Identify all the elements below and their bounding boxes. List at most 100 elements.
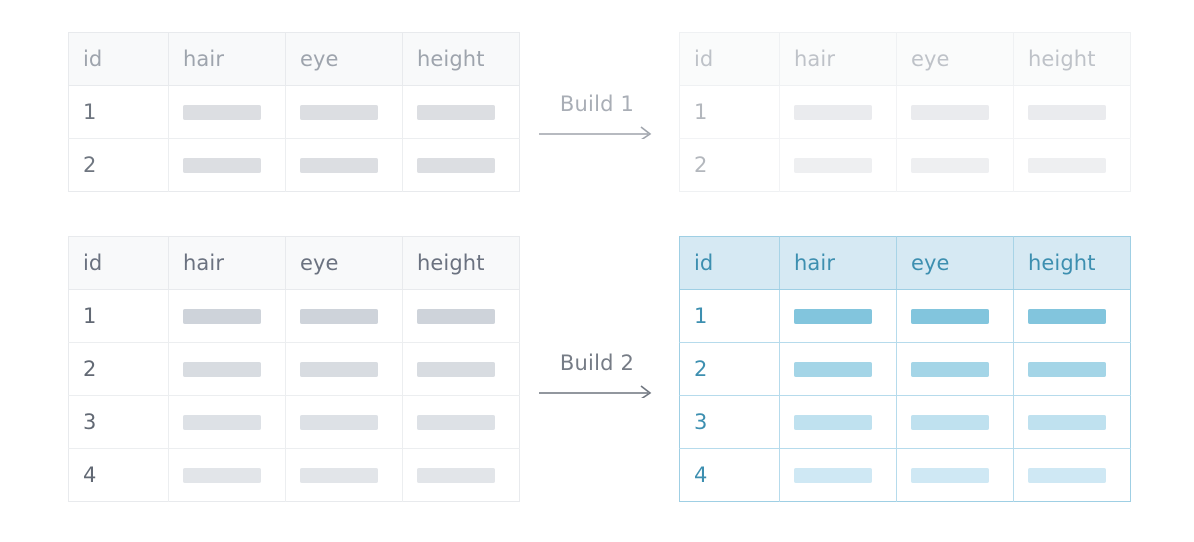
cell-hair xyxy=(168,138,286,192)
value-bar-height xyxy=(1028,361,1106,377)
cell-eye xyxy=(285,138,403,192)
value-bar-hair xyxy=(794,414,872,430)
cell-eye xyxy=(896,395,1014,449)
cell-id: 2 xyxy=(679,138,780,192)
value-bar-eye xyxy=(911,104,989,120)
cell-id: 2 xyxy=(68,342,169,396)
column-header-hair: hair xyxy=(168,236,286,290)
value-bar-height xyxy=(417,104,495,120)
row-id-value: 1 xyxy=(83,100,97,124)
cell-height xyxy=(1013,448,1131,502)
cell-height xyxy=(1013,342,1131,396)
row-id-value: 2 xyxy=(694,153,708,177)
value-bar-hair xyxy=(183,361,261,377)
value-bar-height xyxy=(417,467,495,483)
value-bar-hair xyxy=(183,157,261,173)
column-header-id: id xyxy=(679,236,780,290)
cell-eye xyxy=(896,138,1014,192)
cell-eye xyxy=(896,289,1014,343)
row-id-value: 2 xyxy=(83,153,97,177)
column-header-eye: eye xyxy=(896,236,1014,290)
cell-hair xyxy=(779,395,897,449)
row-id-value: 4 xyxy=(83,463,97,487)
value-bar-eye xyxy=(300,414,378,430)
value-bar-eye xyxy=(911,308,989,324)
table-header-row: id hair eye height xyxy=(679,236,1131,290)
cell-eye xyxy=(285,395,403,449)
cell-eye xyxy=(285,289,403,343)
value-bar-height xyxy=(417,414,495,430)
value-bar-eye xyxy=(911,467,989,483)
cell-hair xyxy=(168,85,286,139)
cell-eye xyxy=(285,342,403,396)
cell-height xyxy=(402,85,520,139)
row-id-value: 4 xyxy=(694,463,708,487)
table-header-row: id hair eye height xyxy=(68,32,520,86)
table-header-row: id hair eye height xyxy=(679,32,1131,86)
build-1-step: Build 1 xyxy=(522,92,672,139)
cell-hair xyxy=(168,448,286,502)
value-bar-hair xyxy=(794,467,872,483)
value-bar-eye xyxy=(300,308,378,324)
table-row: 4 xyxy=(68,448,520,502)
cell-id: 3 xyxy=(679,395,780,449)
column-header-hair: hair xyxy=(168,32,286,86)
arrow-right-icon xyxy=(539,385,652,398)
built-table-1: id hair eye height 1 2 xyxy=(679,32,1131,192)
table-row: 2 xyxy=(68,342,520,396)
value-bar-hair xyxy=(183,467,261,483)
cell-id: 2 xyxy=(68,138,169,192)
row-id-value: 3 xyxy=(83,410,97,434)
cell-hair xyxy=(779,85,897,139)
value-bar-eye xyxy=(300,467,378,483)
row-id-value: 1 xyxy=(694,304,708,328)
column-header-eye: eye xyxy=(285,32,403,86)
value-bar-eye xyxy=(911,361,989,377)
value-bar-eye xyxy=(911,157,989,173)
value-bar-hair xyxy=(183,308,261,324)
column-header-hair: hair xyxy=(779,32,897,86)
table-row: 2 xyxy=(679,138,1131,192)
cell-eye xyxy=(896,342,1014,396)
row-id-value: 2 xyxy=(694,357,708,381)
column-header-height: height xyxy=(402,236,520,290)
row-id-value: 1 xyxy=(83,304,97,328)
cell-id: 4 xyxy=(679,448,780,502)
column-header-eye: eye xyxy=(285,236,403,290)
column-header-id: id xyxy=(679,32,780,86)
value-bar-height xyxy=(1028,157,1106,173)
cell-id: 1 xyxy=(68,289,169,343)
value-bar-height xyxy=(417,308,495,324)
cell-height xyxy=(1013,85,1131,139)
value-bar-hair xyxy=(794,361,872,377)
value-bar-eye xyxy=(911,414,989,430)
cell-height xyxy=(402,289,520,343)
value-bar-height xyxy=(1028,414,1106,430)
value-bar-eye xyxy=(300,104,378,120)
diagram-canvas: id hair eye height 1 2 Build 1 id hair e… xyxy=(0,0,1194,542)
column-header-height: height xyxy=(402,32,520,86)
column-header-id: id xyxy=(68,236,169,290)
cell-id: 1 xyxy=(679,85,780,139)
cell-height xyxy=(402,395,520,449)
row-id-value: 2 xyxy=(83,357,97,381)
table-row: 3 xyxy=(68,395,520,449)
cell-eye xyxy=(285,448,403,502)
source-table-1: id hair eye height 1 2 xyxy=(68,32,520,192)
cell-id: 1 xyxy=(679,289,780,343)
column-header-id: id xyxy=(68,32,169,86)
table-row: 1 xyxy=(679,85,1131,139)
cell-id: 2 xyxy=(679,342,780,396)
cell-height xyxy=(1013,395,1131,449)
table-row: 3 xyxy=(679,395,1131,449)
cell-hair xyxy=(779,138,897,192)
arrow-right-icon xyxy=(539,126,652,139)
cell-id: 3 xyxy=(68,395,169,449)
build-1-label: Build 1 xyxy=(559,92,635,116)
value-bar-height xyxy=(417,157,495,173)
value-bar-hair xyxy=(183,104,261,120)
column-header-height: height xyxy=(1013,32,1131,86)
cell-height xyxy=(402,342,520,396)
column-header-hair: hair xyxy=(779,236,897,290)
row-id-value: 1 xyxy=(694,100,708,124)
